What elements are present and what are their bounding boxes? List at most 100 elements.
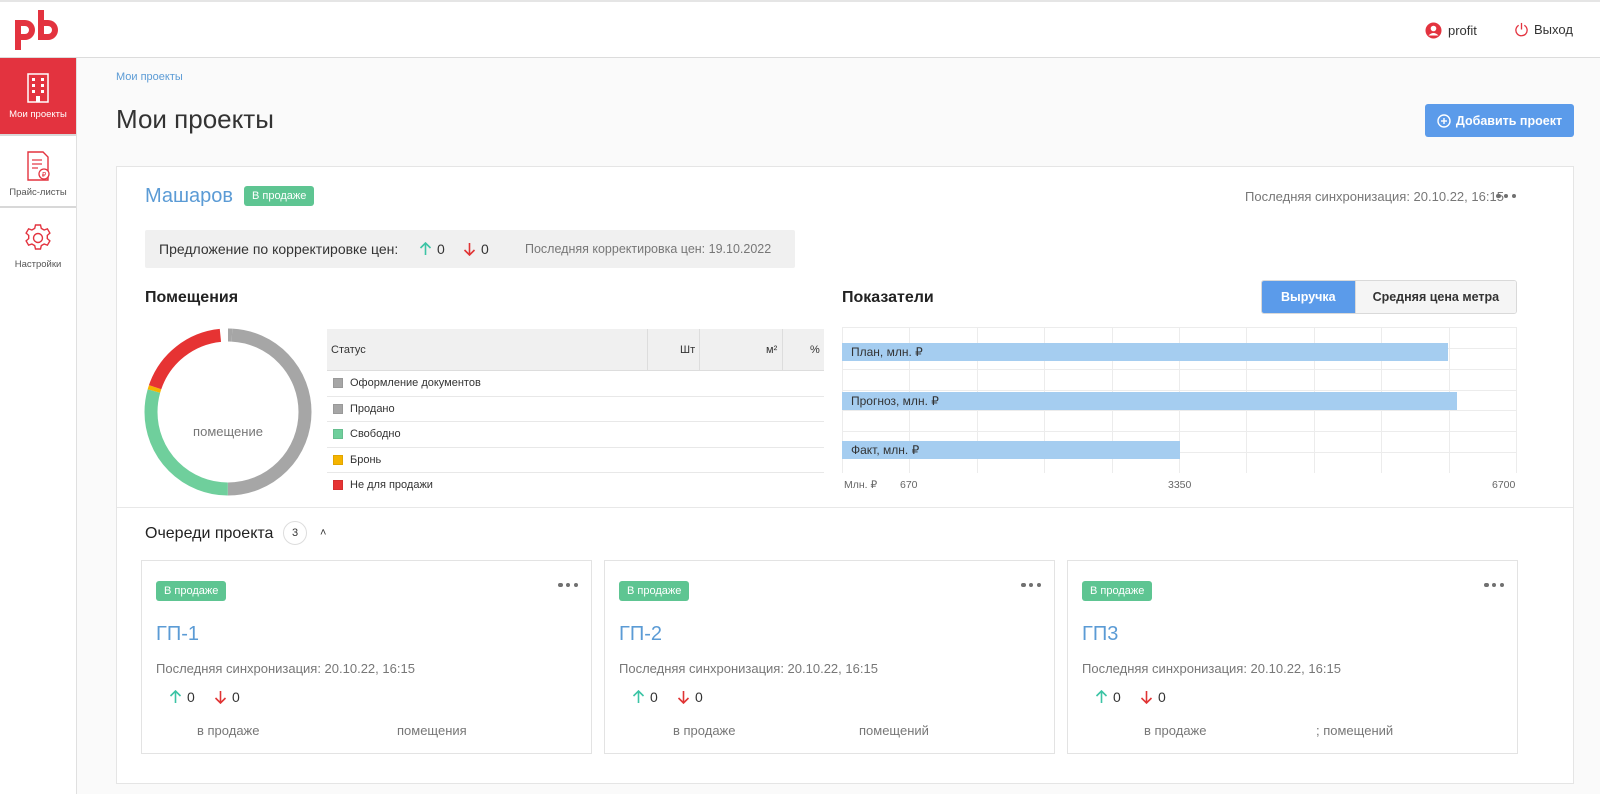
queue-rooms-label: помещений	[859, 723, 929, 738]
price-down-counter: 0	[463, 241, 489, 257]
up-count: 0	[1113, 689, 1121, 705]
arrow-down-icon	[1140, 691, 1153, 704]
queue-card: В продаже ГП3 Последняя синхронизация: 2…	[1067, 560, 1518, 754]
queue-on-sale-label: в продаже	[673, 723, 736, 738]
sidebar: Мои проекты ₽ Прайс-листы Настройки	[0, 58, 77, 794]
bar-label: План, млн. ₽	[851, 345, 923, 360]
price-up-counter: 0	[419, 241, 445, 257]
add-project-label: Добавить проект	[1455, 113, 1563, 128]
queue-on-sale-label: в продаже	[1144, 723, 1207, 738]
sync-status: Последняя синхронизация: 20.10.22, 16:15	[1245, 189, 1504, 204]
arrow-down-icon	[677, 691, 690, 704]
row-label: Бронь	[350, 453, 382, 466]
chart-bar	[842, 343, 1449, 362]
tab-avg-price[interactable]: Средняя цена метра	[1354, 281, 1516, 313]
queue-name[interactable]: ГП3	[1082, 623, 1118, 646]
last-correction: Последняя корректировка цен: 19.10.2022	[525, 242, 772, 256]
queue-on-sale-label: в продаже	[197, 723, 260, 738]
logout-label: Выход	[1534, 22, 1573, 37]
legend-swatch	[333, 403, 343, 414]
more-options-icon[interactable]	[1496, 191, 1516, 201]
down-count: 0	[695, 689, 703, 705]
arrow-down-icon	[463, 243, 476, 256]
column-divider	[647, 329, 648, 371]
sidebar-item-label: Мои проекты	[9, 108, 67, 120]
sidebar-item-price-lists[interactable]: ₽ Прайс-листы	[0, 136, 76, 212]
top-bar: profit Выход	[0, 0, 1600, 58]
user-icon	[1425, 22, 1442, 39]
table-header: Статус Шт м² %	[327, 329, 824, 371]
x-tick-label: 3350	[1168, 479, 1192, 491]
bar-label: Факт, млн. ₽	[851, 442, 920, 457]
donut-center-label: помещение	[193, 424, 263, 439]
price-correction-panel: Предложение по корректировке цен: 0 0 По…	[145, 230, 795, 268]
arrow-up-icon	[632, 690, 645, 703]
x-tick-label: 670	[900, 479, 918, 491]
building-icon	[27, 72, 49, 103]
price-list-icon: ₽	[27, 150, 50, 181]
price-down-counter: 0	[1140, 689, 1166, 705]
queue-sync: Последняя синхронизация: 20.10.22, 16:15	[619, 661, 878, 676]
queue-rooms-label: ; помещений	[1316, 723, 1394, 738]
table-row: Бронь	[327, 448, 824, 473]
pb-logo[interactable]	[12, 8, 62, 52]
arrow-up-icon	[419, 242, 432, 255]
chevron-up-icon[interactable]: ˄	[320, 527, 326, 539]
user-name: profit	[1448, 23, 1477, 38]
row-label: Не для продажи	[350, 479, 433, 491]
column-status: Статус	[331, 344, 366, 356]
queue-name[interactable]: ГП-2	[619, 623, 662, 646]
column-pct: %	[810, 344, 820, 356]
column-area: м²	[766, 344, 778, 356]
user-menu[interactable]: profit	[1425, 22, 1477, 39]
sidebar-item-settings[interactable]: Настройки	[0, 208, 76, 284]
status-badge: В продаже	[156, 581, 227, 601]
breadcrumb[interactable]: Мои проекты	[116, 71, 183, 83]
column-divider	[699, 329, 700, 371]
queue-card: В продаже ГП-1 Последняя синхронизация: …	[141, 560, 592, 754]
sidebar-item-my-projects[interactable]: Мои проекты	[0, 58, 76, 134]
price-up-counter: 0	[169, 689, 195, 705]
queue-sync: Последняя синхронизация: 20.10.22, 16:15	[156, 661, 415, 676]
bar-label: Прогноз, млн. ₽	[851, 394, 939, 408]
project-card: Машаров В продаже Последняя синхронизаци…	[116, 166, 1574, 784]
svg-text:₽: ₽	[42, 171, 47, 179]
more-options-icon[interactable]	[1021, 580, 1041, 590]
rooms-donut-chart	[144, 328, 312, 496]
indicator-tabs: Выручка Средняя цена метра	[1261, 280, 1517, 314]
add-project-button[interactable]: Добавить проект	[1425, 104, 1574, 137]
column-pcs: Шт	[680, 344, 696, 356]
revenue-bar-chart: План, млн. ₽ Прогноз, млн. ₽ Факт, млн. ₽ М…	[842, 327, 1517, 491]
queue-name[interactable]: ГП-1	[156, 623, 199, 646]
table-row: Оформление документов	[327, 371, 824, 397]
project-name[interactable]: Машаров	[145, 185, 233, 208]
queue-sync: Последняя синхронизация: 20.10.22, 16:15	[1082, 661, 1341, 676]
legend-swatch	[333, 429, 343, 439]
legend-swatch	[333, 378, 343, 388]
logout-button[interactable]: Выход	[1514, 22, 1573, 37]
arrow-down-icon	[214, 691, 227, 704]
sidebar-item-label: Настройки	[14, 258, 62, 270]
gear-icon	[25, 223, 51, 250]
queues-title: Очереди проекта	[145, 525, 274, 542]
down-count: 0	[232, 689, 240, 705]
table-row: Свободно	[327, 422, 824, 448]
more-options-icon[interactable]	[1484, 580, 1504, 590]
status-badge: В продаже	[244, 186, 315, 206]
sidebar-item-label: Прайс-листы	[9, 186, 67, 198]
row-label: Оформление документов	[350, 377, 481, 389]
more-options-icon[interactable]	[558, 580, 578, 590]
rooms-title: Помещения	[145, 289, 239, 306]
plus-circle-icon	[1437, 113, 1451, 128]
up-count: 0	[187, 689, 195, 705]
x-axis-unit: Млн. ₽	[844, 479, 878, 491]
price-down-counter: 0	[214, 689, 240, 705]
up-count: 0	[650, 689, 658, 705]
queue-rooms-label: помещения	[397, 723, 467, 738]
status-badge: В продаже	[619, 581, 690, 601]
down-count: 0	[1158, 689, 1166, 705]
price-up-counter: 0	[1095, 689, 1121, 705]
price-proposal-label: Предложение по корректировке цен:	[159, 241, 399, 257]
tab-revenue[interactable]: Выручка	[1262, 281, 1355, 313]
arrow-up-icon	[1095, 690, 1108, 703]
